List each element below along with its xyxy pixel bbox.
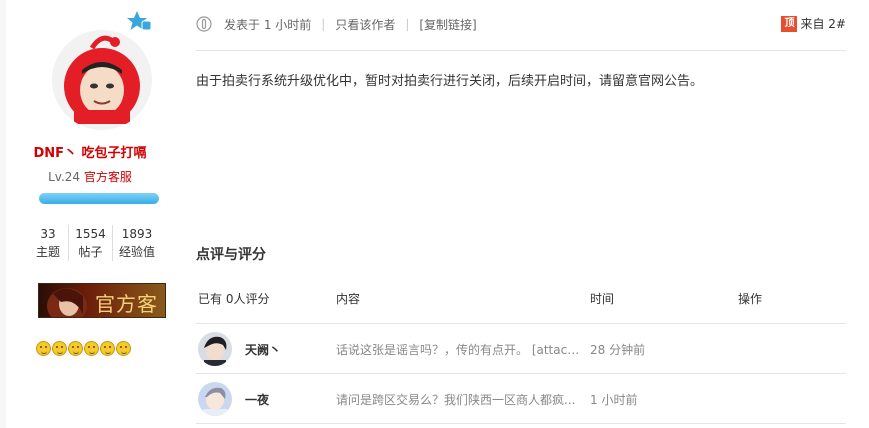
stat-label: 经验值 <box>118 245 155 259</box>
column-time: 时间 <box>590 292 615 306</box>
rater-avatar[interactable] <box>198 332 232 366</box>
rating-comment: 话说这张是谣言吗？，传的有点开。 [attachi... <box>336 343 580 357</box>
post-meta-bar: 发表于 1 小时前 | 只看该作者 | [复制链接] 顶 来自 2# <box>196 12 846 36</box>
stat-threads[interactable]: 33 主题 <box>28 225 68 261</box>
vip-badge-icon <box>127 11 152 31</box>
top-tag-icon[interactable]: 顶 <box>781 15 798 32</box>
stat-posts[interactable]: 1554 帖子 <box>68 225 113 261</box>
ratings-header: 已有 0人评分 内容 时间 操作 <box>196 288 846 324</box>
smiley-icon <box>52 341 67 356</box>
copy-link-button[interactable]: [复制链接] <box>419 16 476 33</box>
online-status-icon <box>196 16 212 32</box>
meta-separator: | <box>405 17 410 31</box>
column-action: 操作 <box>738 292 763 306</box>
level-progress-bar <box>39 193 159 204</box>
ratings-count[interactable]: 已有 0人评分 <box>198 290 269 307</box>
stat-value: 33 <box>40 227 56 241</box>
rating-row: 天阙丶 话说这张是谣言吗？，传的有点开。 [attachi... 28 分钟前 <box>196 324 846 374</box>
rating-comment: 请问是跨区交易么？我们陕西一区商人都疯... <box>336 393 576 407</box>
official-medal: 官方客服 <box>38 283 166 318</box>
medal-text: 官方客服 <box>95 292 158 316</box>
smiley-icon <box>68 341 83 356</box>
level-text: Lv.24 <box>48 170 81 184</box>
stat-value: 1893 <box>121 227 153 241</box>
smiley-icon <box>116 341 131 356</box>
meta-divider <box>196 50 846 51</box>
rater-name[interactable]: 一夜 <box>245 391 269 408</box>
author-role[interactable]: 官方客服 <box>84 170 132 184</box>
meta-separator: | <box>321 17 326 31</box>
medal-portrait-icon <box>47 288 87 317</box>
sidebar-border <box>0 0 6 428</box>
ratings-title: 点评与评分 <box>196 247 266 263</box>
author-stats: 33 主题 1554 帖子 1893 经验值 <box>28 225 168 261</box>
smiley-icon <box>100 341 115 356</box>
author-avatar[interactable] <box>52 30 152 130</box>
rater-name[interactable]: 天阙丶 <box>245 341 281 358</box>
rater-avatar[interactable] <box>198 382 232 416</box>
floor-number[interactable]: 来自 2# <box>800 15 846 32</box>
stat-label: 帖子 <box>78 245 103 259</box>
author-level: Lv.24 官方客服 <box>0 168 180 185</box>
rating-row: 一夜 请问是跨区交易么？我们陕西一区商人都疯... 1 小时前 <box>196 374 846 424</box>
stat-label: 主题 <box>35 245 60 259</box>
rating-time: 1 小时前 <box>590 393 638 407</box>
author-name[interactable]: DNF丶 吃包子打嗝 <box>0 142 180 161</box>
floor-info: 顶 来自 2# <box>781 15 846 32</box>
stat-experience: 1893 经验值 <box>113 225 161 261</box>
rating-time: 28 分钟前 <box>590 343 646 357</box>
author-only-link[interactable]: 只看该作者 <box>335 16 395 33</box>
column-content: 内容 <box>336 292 361 306</box>
smiley-icon <box>36 341 51 356</box>
author-sidebar: DNF丶 吃包子打嗝 Lv.24 官方客服 33 主题 1554 帖子 1893… <box>0 0 180 428</box>
smiley-icon <box>84 341 99 356</box>
stat-value: 1554 <box>75 227 106 241</box>
medal-smileys <box>36 341 131 356</box>
post-time: 发表于 1 小时前 <box>224 17 312 32</box>
post-content: 由于拍卖行系统升级优化中，暂时对拍卖行进行关闭，后续开启时间，请留意官网公告。 <box>196 74 704 89</box>
